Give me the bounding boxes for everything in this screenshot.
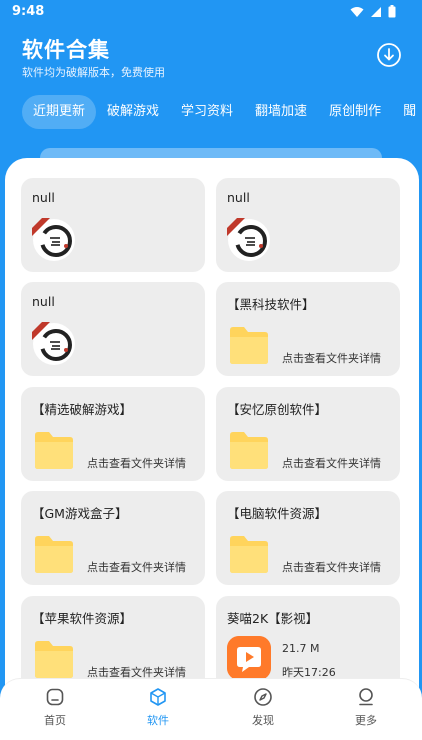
nav-label: 软件	[147, 714, 169, 727]
card-item[interactable]: null	[21, 282, 205, 376]
nav-home[interactable]: 首页	[25, 687, 85, 728]
card-title: 【黑科技软件】	[227, 297, 315, 312]
nav-software[interactable]: 软件	[128, 687, 188, 728]
folder-icon	[35, 432, 73, 469]
card-desc: 点击查看文件夹详情	[282, 352, 381, 365]
profile-icon	[359, 688, 373, 706]
folder-icon	[230, 432, 268, 469]
tab-vpn[interactable]: 翻墙加速	[244, 95, 318, 129]
card-title: 【安忆原创软件】	[227, 402, 328, 417]
folder-icon	[35, 641, 73, 678]
battery-icon	[388, 5, 396, 18]
card-desc: 点击查看文件夹详情	[282, 457, 381, 470]
tab-more-category[interactable]: 聞	[392, 95, 422, 129]
tab-original[interactable]: 原创制作	[318, 95, 392, 129]
category-tabs: 近期更新 破解游戏 学习资料 翻墙加速 原创制作 聞	[22, 95, 422, 129]
card-folder[interactable]: 【电脑软件资源】 点击查看文件夹详情	[216, 491, 400, 585]
card-title: 【GM游戏盒子】	[32, 506, 128, 521]
card-title: 【苹果软件资源】	[32, 611, 133, 626]
bottom-nav: 首页 软件 发现 更多	[0, 678, 422, 740]
card-title: 【电脑软件资源】	[227, 506, 328, 521]
card-file[interactable]: 葵喵2K【影视】 21.7 M 昨天17:26	[216, 596, 400, 690]
nav-label: 首页	[44, 714, 66, 727]
card-desc: 点击查看文件夹详情	[87, 457, 186, 470]
download-icon[interactable]	[376, 42, 402, 68]
wifi-icon	[350, 6, 364, 17]
card-folder[interactable]: 【安忆原创软件】 点击查看文件夹详情	[216, 387, 400, 481]
page-subtitle: 软件均为破解版本，免费使用	[22, 66, 165, 79]
card-title: null	[32, 294, 55, 309]
folder-icon	[230, 327, 268, 364]
status-icons	[350, 5, 396, 18]
folder-icon	[230, 536, 268, 573]
nav-label: 发现	[252, 714, 274, 727]
folder-icon	[35, 536, 73, 573]
card-folder[interactable]: 【GM游戏盒子】 点击查看文件夹详情	[21, 491, 205, 585]
nav-discover[interactable]: 发现	[233, 687, 293, 728]
card-item[interactable]: null	[21, 178, 205, 272]
status-bar: 9:48	[0, 0, 422, 26]
card-title: null	[32, 190, 55, 205]
nav-more[interactable]: 更多	[336, 687, 396, 728]
card-folder[interactable]: 【苹果软件资源】 点击查看文件夹详情	[21, 596, 205, 690]
card-folder[interactable]: 【黑科技软件】 点击查看文件夹详情	[216, 282, 400, 376]
status-time: 9:48	[12, 4, 45, 19]
page-title: 软件合集	[22, 38, 110, 62]
file-size: 21.7 M	[282, 642, 320, 655]
card-title: 葵喵2K【影视】	[227, 611, 319, 626]
avatar-logo-icon	[32, 322, 75, 365]
home-icon	[46, 688, 64, 706]
cube-icon	[150, 688, 166, 706]
compass-icon	[254, 688, 272, 706]
card-desc: 点击查看文件夹详情	[87, 561, 186, 574]
tab-recent[interactable]: 近期更新	[22, 95, 97, 129]
avatar-logo-icon	[32, 218, 75, 261]
card-title: null	[227, 190, 250, 205]
avatar-logo-icon	[227, 218, 270, 261]
video-app-icon	[227, 636, 271, 680]
tab-cracked-games[interactable]: 破解游戏	[96, 95, 170, 129]
nav-label: 更多	[355, 714, 377, 727]
content-sheet: null null null 【黑科技软件】 点击查看文件夹详情 【精选破解游戏…	[5, 158, 419, 740]
tab-study[interactable]: 学习资料	[170, 95, 244, 129]
card-desc: 点击查看文件夹详情	[282, 561, 381, 574]
card-title: 【精选破解游戏】	[32, 402, 133, 417]
card-folder[interactable]: 【精选破解游戏】 点击查看文件夹详情	[21, 387, 205, 481]
signal-icon	[371, 6, 381, 17]
card-item[interactable]: null	[216, 178, 400, 272]
